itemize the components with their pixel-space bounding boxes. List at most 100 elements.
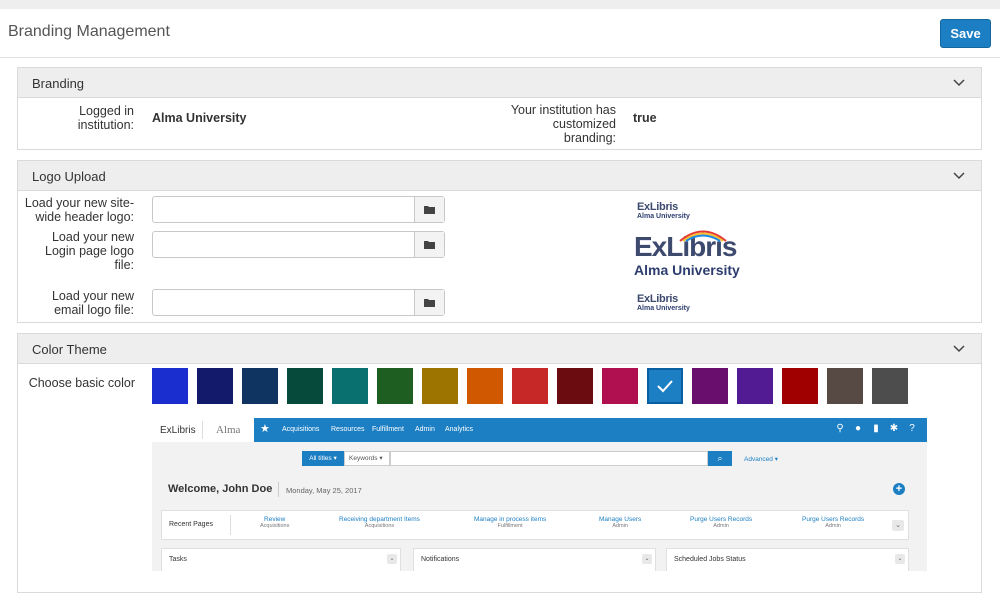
star-icon: ★ bbox=[260, 423, 270, 435]
color-theme-panel-title: Color Theme bbox=[32, 342, 107, 357]
chevron-down-icon[interactable] bbox=[953, 169, 965, 181]
preview-search-field: Keywords ▾ bbox=[344, 451, 390, 466]
preview-recent-sub: Fulfillment bbox=[497, 523, 523, 529]
preview-recent-item: Purge Users Records Admin bbox=[802, 516, 864, 529]
customized-label: Your institution has customized branding… bbox=[510, 103, 616, 145]
preview-topbar: ExLibris Alma ★ Acquisitions Resources F… bbox=[152, 418, 927, 442]
logo-upload-panel-header[interactable]: Logo Upload bbox=[18, 161, 981, 191]
preview-recent-item: Receiving department Items Acquisitions bbox=[339, 516, 420, 529]
preview-recent-title: Purge Users Records bbox=[690, 516, 753, 523]
header-logo-brand: ExLibris bbox=[637, 201, 679, 213]
folder-icon bbox=[423, 240, 435, 249]
preview-recent-sub: Acquisitions bbox=[364, 523, 395, 529]
header-logo-preview: ExLibris Alma University bbox=[637, 202, 690, 221]
preview-recent-sub: Admin bbox=[825, 523, 841, 529]
save-button[interactable]: Save bbox=[940, 19, 991, 48]
preview-nav-icons: ⚲ ● ▮ ✱ ? bbox=[835, 424, 917, 434]
customized-value: true bbox=[633, 111, 657, 125]
logged-in-value: Alma University bbox=[152, 111, 247, 125]
preview-card-title: Tasks bbox=[169, 556, 187, 563]
preview-recent-item: Review Acquisitions bbox=[260, 516, 289, 529]
user-icon: ● bbox=[854, 423, 862, 434]
preview-card: Scheduled Jobs Status ⌄ bbox=[666, 548, 909, 571]
logo-upload-panel-title: Logo Upload bbox=[32, 169, 106, 184]
plus-icon: + bbox=[893, 483, 905, 495]
preview-recent-item: Manage Users Admin bbox=[599, 516, 641, 529]
color-swatch[interactable] bbox=[422, 368, 458, 404]
preview-nav-item: Fulfillment bbox=[372, 426, 404, 433]
preview-recent-title: Manage Users bbox=[599, 516, 642, 523]
folder-icon bbox=[423, 205, 435, 214]
preview-card: Tasks ⌄ bbox=[161, 548, 401, 571]
preview-recent-item: Purge Users Records Admin bbox=[690, 516, 752, 529]
checkmark-icon bbox=[657, 380, 673, 393]
color-swatch[interactable] bbox=[287, 368, 323, 404]
branding-panel-header[interactable]: Branding bbox=[18, 68, 981, 98]
color-swatch[interactable] bbox=[332, 368, 368, 404]
preview-nav: ★ Acquisitions Resources Fulfillment Adm… bbox=[254, 418, 927, 442]
chevron-down-icon: ⌄ bbox=[642, 554, 652, 564]
header-logo-file-input[interactable] bbox=[152, 196, 445, 223]
chevron-down-icon[interactable] bbox=[953, 342, 965, 354]
preview-recent-item: Manage in process items Fulfillment bbox=[474, 516, 546, 529]
folder-icon bbox=[423, 298, 435, 307]
choose-color-label: Choose basic color bbox=[28, 376, 135, 390]
chevron-down-icon: ⌄ bbox=[387, 554, 397, 564]
preview-brand: ExLibris bbox=[160, 425, 196, 436]
email-logo-preview: ExLibris Alma University bbox=[637, 294, 690, 313]
header-logo-browse-button[interactable] bbox=[414, 197, 444, 222]
preview-search-bar: All titles ▾ Keywords ▾ ⌕ bbox=[302, 451, 732, 466]
color-swatch[interactable] bbox=[152, 368, 188, 404]
color-swatch[interactable] bbox=[737, 368, 773, 404]
chevron-down-icon[interactable] bbox=[953, 76, 965, 88]
color-swatch[interactable] bbox=[512, 368, 548, 404]
preview-recent-sub: Acquisitions bbox=[260, 523, 290, 529]
color-theme-panel-header[interactable]: Color Theme bbox=[18, 334, 981, 364]
header-logo-label: Load your new site-wide header logo: bbox=[24, 196, 134, 224]
location-icon: ⚲ bbox=[836, 423, 844, 434]
color-swatch[interactable] bbox=[782, 368, 818, 404]
preview-recent-title: Receiving department Items bbox=[339, 516, 420, 523]
login-logo-label: Load your new Login page logo file: bbox=[45, 230, 134, 272]
preview-search-scope: All titles ▾ bbox=[302, 451, 344, 466]
chevron-down-icon: ⌄ bbox=[895, 554, 905, 564]
preview-card-title: Scheduled Jobs Status bbox=[674, 556, 746, 563]
header-logo-sub: Alma University bbox=[637, 213, 690, 220]
email-logo-brand: ExLibris bbox=[637, 293, 679, 305]
preview-recent-title: Purge Users Records bbox=[802, 516, 865, 523]
gear-icon: ✱ bbox=[889, 423, 899, 434]
theme-preview: ExLibris Alma ★ Acquisitions Resources F… bbox=[152, 418, 927, 571]
preview-recent-sub: Admin bbox=[713, 523, 729, 529]
preview-date-separator bbox=[278, 482, 279, 497]
color-swatch[interactable] bbox=[602, 368, 638, 404]
color-swatch[interactable] bbox=[197, 368, 233, 404]
color-swatch[interactable] bbox=[242, 368, 278, 404]
color-swatch[interactable] bbox=[557, 368, 593, 404]
title-divider bbox=[0, 57, 1000, 58]
preview-recent-separator bbox=[230, 515, 231, 535]
page-title: Branding Management bbox=[8, 23, 170, 40]
color-swatch[interactable] bbox=[872, 368, 908, 404]
preview-recent-title: Manage in process items bbox=[474, 516, 547, 523]
login-logo-file-input[interactable] bbox=[152, 231, 445, 258]
preview-recent-pages: Recent Pages Review Acquisitions Receivi… bbox=[161, 510, 909, 540]
logged-in-label: Logged in institution: bbox=[77, 104, 134, 132]
color-swatch[interactable] bbox=[467, 368, 503, 404]
preview-alma: Alma bbox=[216, 424, 241, 436]
preview-welcome: Welcome, John Doe bbox=[168, 483, 273, 495]
login-logo-browse-button[interactable] bbox=[414, 232, 444, 257]
email-logo-file-input[interactable] bbox=[152, 289, 445, 316]
preview-date: Monday, May 25, 2017 bbox=[286, 486, 362, 495]
preview-separator bbox=[202, 421, 203, 439]
preview-nav-item: Resources bbox=[331, 426, 365, 433]
color-swatch[interactable] bbox=[827, 368, 863, 404]
email-logo-browse-button[interactable] bbox=[414, 290, 444, 315]
top-strip bbox=[0, 0, 1000, 9]
preview-recent-title: Review bbox=[264, 516, 286, 523]
color-swatch[interactable] bbox=[377, 368, 413, 404]
color-swatch[interactable] bbox=[647, 368, 683, 404]
preview-nav-item: Admin bbox=[415, 426, 435, 433]
search-icon: ⌕ bbox=[708, 451, 732, 466]
color-swatch[interactable] bbox=[692, 368, 728, 404]
preview-card: Notifications ⌄ bbox=[413, 548, 656, 571]
